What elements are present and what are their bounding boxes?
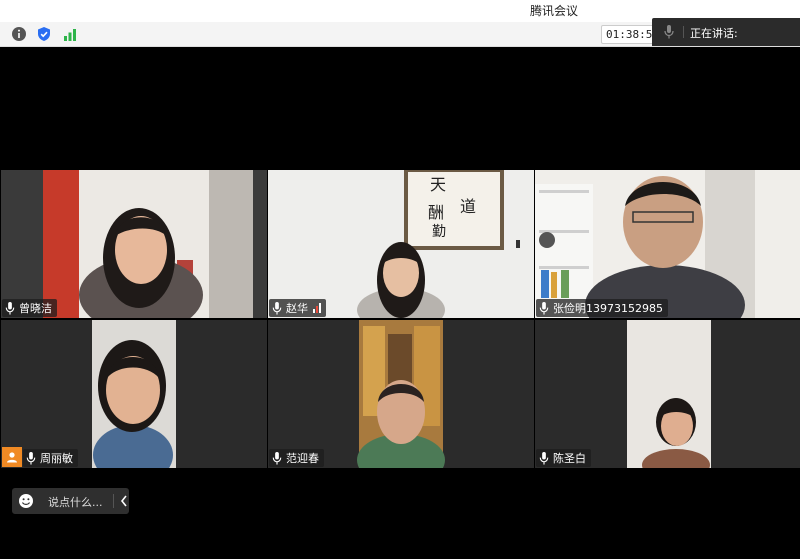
participant-video: 天 道 酬 勤 bbox=[268, 170, 534, 318]
host-badge-icon bbox=[2, 447, 22, 467]
microphone-icon bbox=[539, 301, 549, 315]
participant-video bbox=[268, 320, 534, 468]
video-tile[interactable]: 曾晓洁 bbox=[1, 170, 267, 318]
microphone-icon bbox=[539, 451, 549, 465]
shield-icon[interactable] bbox=[36, 26, 52, 42]
participant-name: 张俭明13973152985 bbox=[553, 302, 663, 315]
participant-name: 曾晓洁 bbox=[19, 302, 52, 315]
participant-name: 陈圣白 bbox=[553, 452, 586, 465]
participant-name: 范迎春 bbox=[286, 452, 319, 465]
participant-name-tag: 陈圣白 bbox=[536, 449, 591, 467]
participant-name-tag: 张俭明13973152985 bbox=[536, 299, 668, 317]
video-tile[interactable]: 范迎春 bbox=[268, 320, 534, 468]
chat-input-bar[interactable]: 说点什么... bbox=[12, 488, 129, 514]
microphone-icon bbox=[272, 451, 282, 465]
speaking-indicator: 正在讲话: bbox=[652, 18, 800, 46]
svg-text:天: 天 bbox=[430, 175, 446, 194]
participant-video bbox=[535, 170, 800, 318]
participant-name: 赵华 bbox=[286, 302, 308, 315]
participant-name-tag: 曾晓洁 bbox=[2, 299, 57, 317]
microphone-icon bbox=[5, 301, 15, 315]
divider bbox=[683, 26, 684, 38]
svg-text:勤: 勤 bbox=[432, 224, 446, 240]
participant-video bbox=[1, 170, 267, 318]
signal-icon[interactable] bbox=[62, 26, 78, 42]
microphone-icon bbox=[664, 25, 674, 39]
microphone-icon bbox=[26, 451, 36, 465]
participant-name-tag: 周丽敏 bbox=[23, 449, 78, 467]
participant-name-tag: 赵华 bbox=[269, 299, 326, 317]
video-tile[interactable]: 周丽敏 bbox=[1, 320, 267, 468]
svg-text:酬: 酬 bbox=[428, 203, 444, 222]
chevron-left-icon[interactable] bbox=[120, 495, 128, 507]
speaking-label: 正在讲话: bbox=[690, 27, 738, 40]
divider bbox=[113, 494, 114, 508]
video-tile[interactable]: 陈圣白 bbox=[535, 320, 800, 468]
info-icon[interactable] bbox=[11, 26, 27, 42]
emoji-icon[interactable] bbox=[18, 493, 34, 509]
video-tile[interactable]: 天 道 酬 勤 赵华 bbox=[268, 170, 534, 318]
participant-video bbox=[1, 320, 267, 468]
participant-video bbox=[535, 320, 800, 468]
window-title: 腾讯会议 bbox=[530, 4, 579, 18]
participant-name-tag: 范迎春 bbox=[269, 449, 324, 467]
microphone-icon bbox=[272, 301, 282, 315]
chat-placeholder[interactable]: 说点什么... bbox=[48, 494, 103, 510]
participant-name: 周丽敏 bbox=[40, 452, 73, 465]
audio-level-icon bbox=[313, 303, 321, 313]
video-tile[interactable]: 张俭明13973152985 bbox=[535, 170, 800, 318]
svg-text:道: 道 bbox=[460, 197, 476, 216]
